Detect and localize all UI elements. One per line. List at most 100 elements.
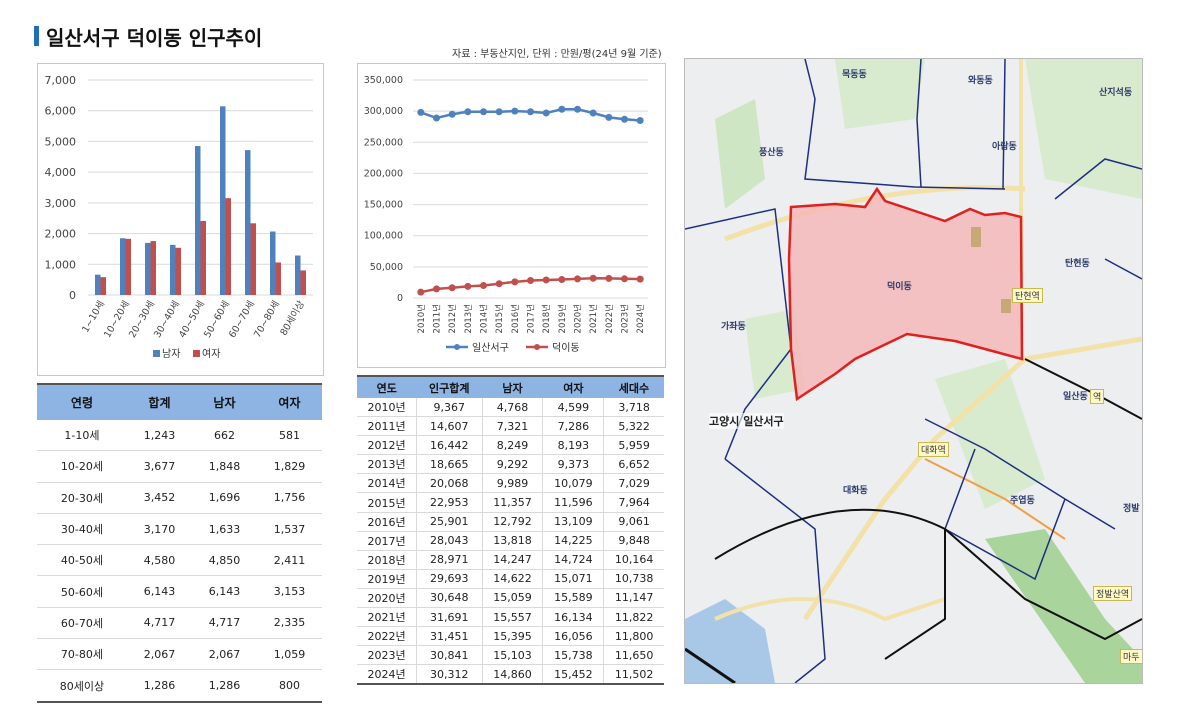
data-point — [636, 116, 644, 124]
data-point — [495, 108, 503, 116]
age-table-row: 30-40세 3,170 1,633 1,537 — [37, 513, 322, 546]
x-tick-label: 2023년 — [620, 304, 631, 333]
y-tick-label: 50,000 — [370, 262, 403, 273]
year-table-cell: 7,286 — [542, 416, 604, 437]
year-table-cell: 14,724 — [542, 550, 604, 570]
age-bar-chart: 0 1,000 2,000 3,000 4,000 5,000 6,000 7,000 1~10… — [37, 63, 324, 376]
year-table-cell: 29,693 — [416, 569, 483, 589]
y-tick-label: 100,000 — [364, 231, 403, 242]
data-point — [542, 276, 550, 284]
age-table-cell: 3,677 — [126, 450, 192, 483]
map-label-jeongbal: 정발 — [1123, 504, 1140, 514]
y-tick-label: 150,000 — [364, 200, 403, 211]
age-table-cell: 662 — [191, 420, 257, 452]
station-daehwa: 대화역 — [918, 442, 949, 457]
data-point — [433, 285, 440, 293]
x-tick-label: 2017년 — [526, 304, 537, 333]
age-table-header-cell: 남자 — [191, 383, 257, 420]
year-table-cell: 7,964 — [603, 492, 664, 513]
age-table-cell: 4,717 — [126, 607, 192, 640]
data-point — [542, 109, 550, 117]
year-table-cell: 9,061 — [603, 512, 664, 532]
bar-female — [125, 238, 131, 295]
location-map[interactable]: 목동동 와동동 산지석동 풍산동 아람동 덕이동 탄현동 가좌동 고양시 일산서… — [684, 58, 1143, 684]
data-point — [495, 280, 503, 288]
x-tick-label: 1~10세 — [80, 299, 107, 335]
year-table-cell: 14,622 — [481, 569, 543, 589]
map-label-ilsan: 일산동 — [1063, 392, 1088, 402]
age-table-cell: 30-40세 — [37, 513, 127, 546]
year-table-cell: 13,109 — [542, 512, 604, 532]
x-tick-label: 2014년 — [479, 304, 490, 333]
y-tick-label: 1,000 — [45, 258, 77, 271]
y-tick-label: 0 — [69, 289, 76, 302]
y-tick-label: 2,000 — [45, 228, 77, 241]
legend-label: 여자 — [202, 348, 220, 360]
year-table-cell: 3,718 — [603, 398, 664, 418]
legend-label: 덕이동 — [552, 342, 580, 354]
age-table-row: 1-10세 1,243 662 581 — [37, 420, 322, 452]
year-table-cell: 2021년 — [357, 607, 417, 628]
data-point — [574, 275, 581, 283]
station-madu: 마두 — [1120, 649, 1142, 664]
map-label-gajwa: 가좌동 — [721, 322, 746, 332]
age-table-row: 20-30세 3,452 1,696 1,756 — [37, 482, 322, 514]
year-table-row: 2012년 16,442 8,249 8,193 5,959 — [357, 435, 664, 456]
y-tick-label: 350,000 — [364, 75, 403, 86]
year-table-cell: 4,768 — [481, 398, 543, 418]
x-tick-label: 2022년 — [604, 304, 615, 333]
year-table-cell: 11,596 — [542, 492, 604, 513]
year-table-cell: 7,321 — [481, 416, 543, 437]
year-table-row: 2023년 30,841 15,103 15,738 11,650 — [357, 645, 664, 666]
bar-female — [225, 198, 231, 295]
year-table-cell: 30,312 — [416, 664, 483, 686]
map-label-juyeop: 주엽동 — [1010, 496, 1035, 506]
year-table-header-cell: 남자 — [482, 375, 543, 398]
age-table-cell: 3,153 — [256, 575, 322, 608]
bar-male — [220, 106, 226, 295]
year-table-cell: 28,971 — [416, 550, 483, 570]
bar-male — [195, 146, 201, 295]
age-table-cell: 20-30세 — [37, 482, 127, 514]
year-table-row: 2020년 30,648 15,059 15,589 11,147 — [357, 588, 664, 609]
age-table-cell: 2,067 — [191, 638, 257, 671]
age-table-cell: 50-60세 — [37, 575, 127, 608]
year-table-cell: 11,800 — [603, 626, 664, 647]
bar-male — [95, 274, 101, 295]
title-accent-bar — [34, 26, 39, 46]
bar-male — [145, 242, 151, 295]
year-table-cell: 2019년 — [357, 569, 417, 589]
age-table-row: 50-60세 6,143 6,143 3,153 — [37, 575, 322, 608]
year-table-cell: 7,029 — [603, 473, 664, 494]
x-tick-label: 2011년 — [432, 304, 443, 333]
year-table-cell: 14,860 — [481, 664, 543, 686]
year-table-cell: 8,193 — [542, 435, 604, 456]
map-label-tanhyeon: 탄현동 — [1065, 259, 1090, 269]
age-table-cell: 1,696 — [191, 482, 257, 514]
year-table-row: 2013년 18,665 9,292 9,373 6,652 — [357, 454, 664, 475]
data-point — [417, 288, 425, 296]
page-title: 일산서구 덕이동 인구추이 — [46, 26, 263, 50]
year-table-cell: 2015년 — [357, 492, 417, 513]
year-table-cell: 16,056 — [542, 626, 604, 647]
data-point — [527, 277, 534, 285]
age-table-cell: 4,580 — [126, 544, 192, 577]
y-tick-label: 5,000 — [45, 135, 77, 148]
data-point — [605, 113, 613, 121]
year-table-row: 2016년 25,901 12,792 13,109 9,061 — [357, 512, 664, 532]
data-point — [464, 108, 472, 116]
x-tick-label: 2015년 — [494, 304, 505, 333]
year-table-header-cell: 연도 — [357, 375, 417, 398]
year-table-row: 2021년 31,691 15,557 16,134 11,822 — [357, 607, 664, 628]
map-label-ilsanseo: 고양시 일산서구 — [709, 413, 784, 429]
data-point — [636, 275, 644, 283]
bar-male — [170, 244, 176, 295]
map-label-mokdong: 목동동 — [842, 70, 867, 80]
x-tick-label: 2024년 — [635, 304, 646, 333]
year-table-cell: 10,079 — [542, 473, 604, 494]
year-table-cell: 15,589 — [542, 588, 604, 609]
y-tick-label: 4,000 — [45, 166, 77, 179]
data-point — [574, 105, 581, 113]
data-point — [448, 110, 456, 118]
year-table-header-cell: 세대수 — [603, 375, 664, 398]
